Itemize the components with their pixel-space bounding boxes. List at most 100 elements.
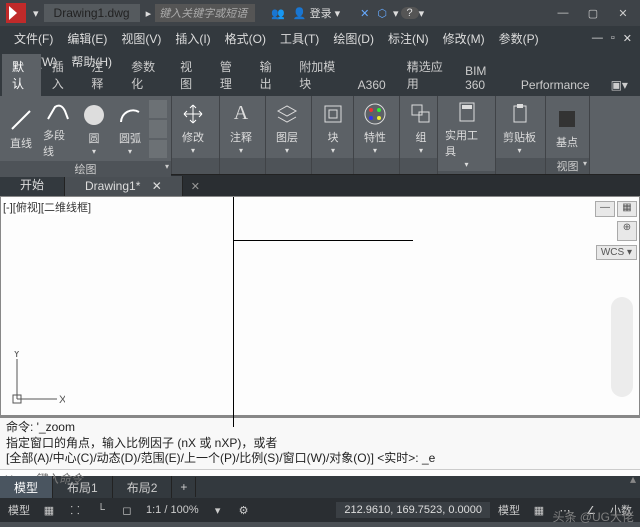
line-icon — [7, 106, 35, 134]
minimize-button[interactable]: — — [548, 3, 578, 23]
search-input[interactable]: 键入关键字或短语 — [155, 4, 255, 22]
login-button[interactable]: 👤 登录 ▾ — [289, 5, 344, 21]
exchange-icon[interactable]: ✕ — [356, 7, 373, 20]
drawing-canvas[interactable]: [-][俯视][二维线框] Y X — ▦ ⊕ WCS ▾ — [0, 196, 640, 416]
ribbon-tab-featured[interactable]: 精选应用 — [397, 54, 454, 96]
title-dropdown-icon[interactable]: ▾ — [391, 7, 401, 20]
rectangle-button[interactable] — [149, 100, 167, 118]
command-window: 命令: '_zoom 指定窗口的角点，输入比例因子 (nX 或 nXP)，或者 … — [0, 416, 640, 476]
ribbon-tab-manage[interactable]: 管理 — [210, 54, 249, 96]
utilities-button[interactable]: 实用工具 ▾ — [442, 98, 491, 169]
circle-button[interactable]: 圆 ▾ — [77, 101, 111, 156]
wcs-label[interactable]: WCS ▾ — [596, 245, 637, 260]
gear-icon[interactable]: ⚙ — [233, 501, 255, 519]
menu-modify[interactable]: 修改(M) — [437, 28, 491, 49]
grid-icon[interactable]: ▦ — [528, 501, 550, 519]
ucs-icon: Y X — [9, 351, 65, 407]
maximize-button[interactable]: ▢ — [578, 3, 608, 23]
coordinates-display: 212.9610, 169.7523, 0.0000 — [336, 502, 490, 518]
viewport-config-icon[interactable]: ▦ — [617, 201, 637, 217]
menu-format[interactable]: 格式(O) — [219, 28, 272, 49]
properties-button[interactable]: 特性 ▾ — [358, 100, 392, 155]
layer-button[interactable]: 图层 ▾ — [270, 100, 304, 155]
block-button[interactable]: 块 ▾ — [316, 100, 350, 155]
mdi-restore-button[interactable]: ▫ — [605, 32, 621, 44]
group-icon — [407, 100, 435, 128]
panel-view-title[interactable]: 视图▾ — [546, 158, 589, 174]
ribbon-tabs: 默认 插入 注释 参数化 视图 管理 输出 附加模块 A360 精选应用 BIM… — [0, 72, 640, 96]
help-icon[interactable]: ? — [401, 7, 419, 19]
menu-parametric[interactable]: 参数(P) — [493, 28, 545, 49]
menu-dimension[interactable]: 标注(N) — [382, 28, 435, 49]
ribbon-tab-a360[interactable]: A360 — [348, 74, 396, 96]
snap-toggle-icon[interactable]: ⸬ — [64, 501, 86, 519]
infocenter-icon[interactable]: 👥 — [267, 7, 289, 20]
title-doc-dropdown[interactable]: ▸ — [142, 7, 156, 20]
nav-compass-icon[interactable]: ⊕ — [617, 221, 637, 241]
layout-tab-layout2[interactable]: 布局2 — [113, 476, 173, 499]
zoom-label[interactable]: 1:1 / 100% — [142, 504, 203, 516]
app-menu-dropdown[interactable]: ▾ — [30, 7, 42, 20]
osnap-toggle-icon[interactable]: ◻ — [116, 501, 138, 519]
ribbon-focus-button[interactable]: ▣▾ — [601, 74, 638, 96]
zoom-dropdown-icon[interactable]: ▾ — [207, 501, 229, 519]
ribbon-tab-default[interactable]: 默认 — [2, 54, 41, 96]
menu-edit[interactable]: 编辑(E) — [61, 28, 113, 49]
move-icon — [179, 100, 207, 128]
help-dropdown-icon[interactable]: ▾ — [419, 7, 425, 20]
palette-icon — [361, 100, 389, 128]
mdi-close-button[interactable]: ✕ — [623, 32, 632, 45]
clipboard-button[interactable]: 剪贴板 ▾ — [500, 100, 539, 155]
menu-view[interactable]: 视图(V) — [115, 28, 167, 49]
navigation-bar[interactable] — [611, 297, 633, 397]
document-tabs: 开始 Drawing1* ✕ ✕ — [0, 174, 640, 196]
ribbon: 直线 多段线 圆 ▾ 圆弧 ▾ 绘图▾ — [0, 96, 640, 174]
calculator-icon — [453, 98, 481, 126]
panel-draw-title[interactable]: 绘图▾ — [0, 161, 171, 177]
ribbon-tab-performance[interactable]: Performance — [511, 74, 600, 96]
app-store-icon[interactable]: ⬡ — [373, 7, 391, 20]
layout-tab-layout1[interactable]: 布局1 — [53, 476, 113, 499]
annotation-button[interactable]: A 注释 ▾ — [224, 100, 258, 155]
ribbon-tab-bim360[interactable]: BIM 360 — [455, 60, 510, 96]
close-button[interactable]: ✕ — [608, 3, 638, 23]
viewport-minimize-icon[interactable]: — — [595, 201, 615, 217]
watermark-label: 头条 @UG大佬 — [552, 508, 634, 525]
arc-button[interactable]: 圆弧 ▾ — [113, 101, 147, 156]
new-tab-button[interactable]: ✕ — [183, 177, 208, 196]
viewport-label[interactable]: [-][俯视][二维线框] — [3, 199, 91, 215]
ribbon-tab-output[interactable]: 输出 — [250, 54, 289, 96]
ortho-toggle-icon[interactable]: └ — [90, 501, 112, 519]
mdi-minimize-button[interactable]: — — [592, 32, 603, 44]
ribbon-tab-view[interactable]: 视图 — [170, 54, 209, 96]
ribbon-tab-annotate[interactable]: 注释 — [81, 54, 120, 96]
menu-file[interactable]: 文件(F) — [8, 28, 59, 49]
menu-draw[interactable]: 绘图(D) — [327, 28, 380, 49]
crosshair-vertical — [233, 197, 234, 427]
ribbon-tab-insert[interactable]: 插入 — [42, 54, 81, 96]
basepoint-button[interactable]: 基点 — [550, 105, 584, 150]
grid-toggle-icon[interactable]: ▦ — [38, 501, 60, 519]
menu-tools[interactable]: 工具(T) — [274, 28, 325, 49]
tab-drawing1[interactable]: Drawing1* ✕ — [65, 176, 183, 196]
layout-tab-add[interactable]: + — [172, 477, 196, 497]
menu-insert[interactable]: 插入(I) — [169, 28, 216, 49]
ellipse-button[interactable] — [149, 120, 167, 138]
polyline-button[interactable]: 多段线 — [40, 98, 75, 159]
tab-close-icon[interactable]: ✕ — [152, 179, 162, 193]
status-model-label[interactable]: 模型 — [4, 502, 34, 518]
ribbon-tab-addins[interactable]: 附加模块 — [289, 54, 346, 96]
command-history: 命令: '_zoom 指定窗口的角点，输入比例因子 (nX 或 nXP)，或者 … — [0, 418, 640, 470]
hatch-button[interactable] — [149, 140, 167, 158]
app-logo-icon[interactable] — [6, 3, 26, 23]
crosshair-horizontal — [233, 240, 413, 241]
layers-icon — [273, 100, 301, 128]
line-button[interactable]: 直线 — [4, 106, 38, 151]
command-recent-icon[interactable]: ▴ — [630, 472, 636, 486]
layout-tab-model[interactable]: 模型 — [0, 476, 53, 499]
space-label[interactable]: 模型 — [494, 502, 524, 518]
clipboard-icon — [506, 100, 534, 128]
modify-button[interactable]: 修改 ▾ — [176, 100, 210, 155]
ribbon-tab-parametric[interactable]: 参数化 — [121, 54, 169, 96]
group-button[interactable]: 组 ▾ — [404, 100, 438, 155]
